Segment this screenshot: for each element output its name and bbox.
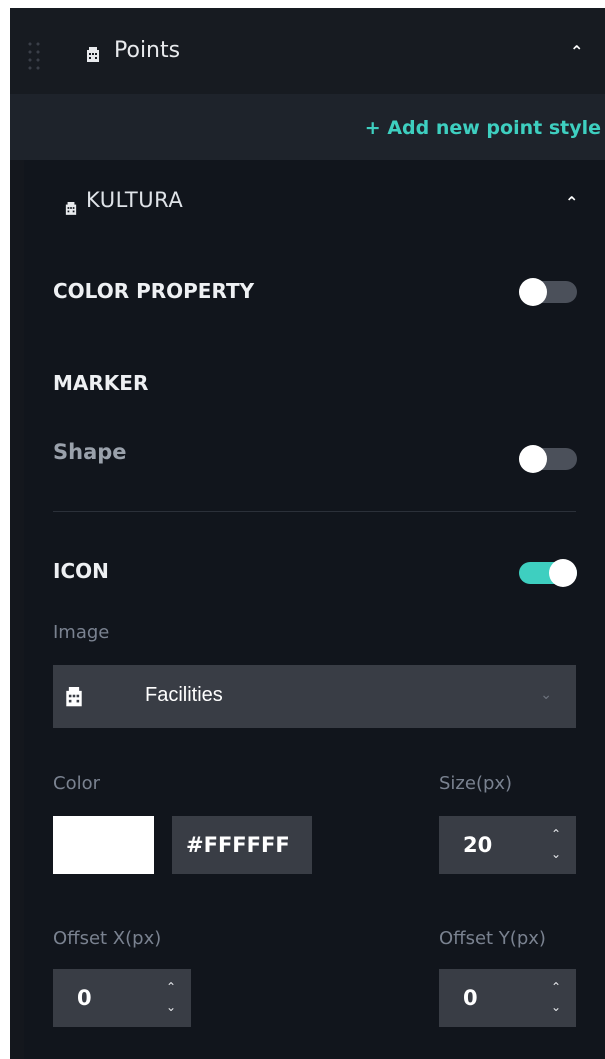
image-select[interactable]: Facilities ⌄ (53, 665, 576, 728)
color-label: Color (53, 773, 100, 794)
size-label: Size(px) (439, 773, 513, 794)
offset-x-input[interactable]: 0 ⌃ ⌄ (53, 969, 191, 1027)
spinner-down-icon[interactable]: ⌄ (548, 997, 564, 1017)
chevron-up-icon[interactable]: ⌃ (565, 195, 578, 211)
color-swatch[interactable] (53, 816, 154, 874)
size-input[interactable]: 20 ⌃ ⌄ (439, 816, 576, 874)
shape-label: Shape (53, 440, 127, 464)
points-title: Points (114, 38, 181, 63)
color-hex-input[interactable]: #FFFFFF (172, 816, 312, 874)
spinner-down-icon[interactable]: ⌄ (548, 844, 564, 864)
shape-toggle[interactable] (519, 445, 577, 473)
color-hex-value: #FFFFFF (186, 833, 290, 857)
layer-style-panel: Points ⌃ + Add new point style KULTURA ⌃… (10, 8, 605, 1059)
chevron-down-icon[interactable]: ⌄ (540, 687, 552, 703)
offset-x-spinner[interactable]: ⌃ ⌄ (163, 977, 179, 1017)
offset-y-input[interactable]: 0 ⌃ ⌄ (439, 969, 576, 1027)
icon-label: ICON (53, 559, 109, 583)
spinner-down-icon[interactable]: ⌄ (163, 997, 179, 1017)
add-style-row: + Add new point style (10, 94, 605, 160)
image-label: Image (53, 622, 110, 643)
size-value: 20 (463, 833, 493, 857)
style-name[interactable]: KULTURA (86, 188, 183, 212)
building-icon (87, 47, 99, 62)
chevron-up-icon[interactable]: ⌃ (570, 44, 583, 60)
color-property-toggle[interactable] (519, 278, 577, 306)
image-select-value: Facilities (145, 684, 223, 706)
spinner-up-icon[interactable]: ⌃ (548, 977, 564, 997)
color-property-label: COLOR PROPERTY (53, 279, 255, 303)
building-icon (66, 687, 82, 707)
offset-x-value: 0 (77, 986, 92, 1010)
marker-label: MARKER (53, 371, 149, 395)
spinner-up-icon[interactable]: ⌃ (163, 977, 179, 997)
offset-y-value: 0 (463, 986, 478, 1010)
drag-handle-icon[interactable] (26, 40, 44, 72)
points-section-header[interactable]: Points ⌃ (10, 8, 605, 94)
offset-y-spinner[interactable]: ⌃ ⌄ (548, 977, 564, 1017)
offset-x-label: Offset X(px) (53, 928, 162, 949)
building-icon (65, 202, 77, 215)
size-spinner[interactable]: ⌃ ⌄ (548, 824, 564, 864)
icon-toggle[interactable] (519, 559, 577, 587)
add-point-style-link[interactable]: + Add new point style (365, 117, 601, 139)
spinner-up-icon[interactable]: ⌃ (548, 824, 564, 844)
section-divider (53, 511, 576, 512)
offset-y-label: Offset Y(px) (439, 928, 546, 949)
